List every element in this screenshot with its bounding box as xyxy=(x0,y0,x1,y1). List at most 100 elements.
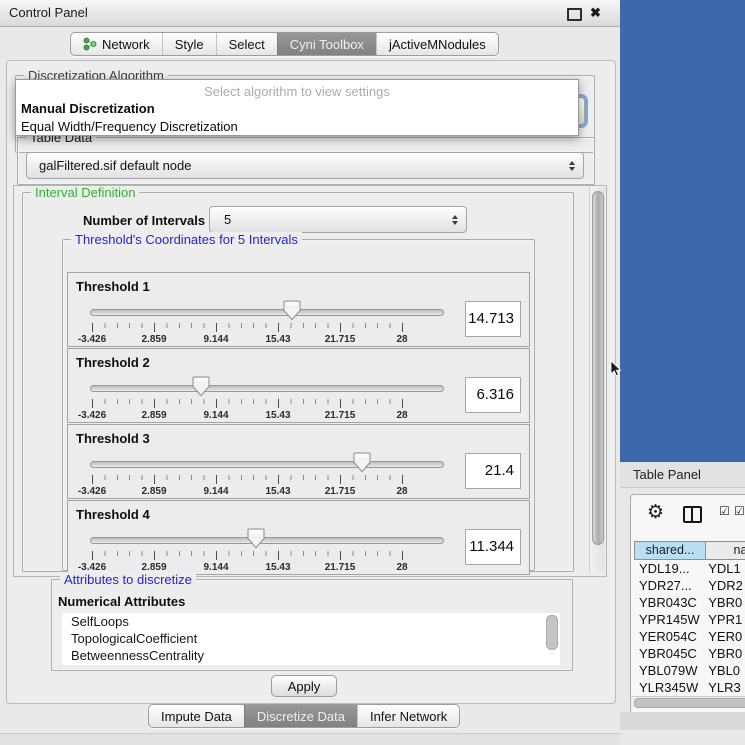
tab-label: Impute Data xyxy=(161,709,232,724)
threshold-row: Threshold 2 -3.4262.8599.14415.4321.7152… xyxy=(67,348,530,423)
scale-label: 28 xyxy=(396,486,407,497)
table-cell: YER054C xyxy=(634,628,703,645)
split-columns-icon[interactable] xyxy=(683,506,702,523)
table-row[interactable]: YLR345WYLR3 xyxy=(634,679,745,696)
combo-stepper-icon xyxy=(452,215,458,225)
checkbox-icon[interactable]: ☑ xyxy=(719,504,731,518)
table-cell: YDL1 xyxy=(703,560,745,577)
list-scrollbar-thumb[interactable] xyxy=(546,615,558,650)
scale-label: 15.43 xyxy=(265,334,290,345)
threshold-slider[interactable]: -3.4262.8599.14415.4321.71528 xyxy=(88,527,512,574)
tab-network[interactable]: Network xyxy=(71,33,162,55)
tab-select[interactable]: Select xyxy=(216,33,277,55)
panel-title: Control Panel xyxy=(9,5,88,20)
threshold-slider[interactable]: -3.4262.8599.14415.4321.71528 xyxy=(88,299,512,346)
slider-thumb[interactable] xyxy=(247,528,265,549)
threshold-value-field[interactable]: 6.316 xyxy=(465,377,521,413)
threshold-label: Threshold 3 xyxy=(76,431,150,446)
scale-label: 21.715 xyxy=(325,562,356,573)
threshold-row: Threshold 1 -3.4262.8599.14415.4321.7152… xyxy=(67,272,530,347)
slider-track[interactable] xyxy=(90,537,444,544)
table-cell: YPR145W xyxy=(634,611,703,628)
table-cell: YBR0 xyxy=(703,645,745,662)
thresholds-box-title: Threshold's Coordinates for 5 Intervals xyxy=(71,232,302,247)
slider-track[interactable] xyxy=(90,385,444,392)
algorithm-popup-options: Manual DiscretizationEqual Width/Frequen… xyxy=(16,100,578,136)
slider-thumb[interactable] xyxy=(283,300,301,321)
horizontal-scrollbar[interactable] xyxy=(631,696,745,708)
scale-label: 28 xyxy=(396,562,407,573)
float-window-icon[interactable] xyxy=(567,8,582,21)
threshold-label: Threshold 2 xyxy=(76,355,150,370)
slider-track[interactable] xyxy=(90,461,444,468)
column-header-na[interactable]: na xyxy=(706,541,745,560)
algorithm-option-equal-width-frequency-discretization[interactable]: Equal Width/Frequency Discretization xyxy=(16,118,578,136)
table-cell: YBR043C xyxy=(634,594,703,611)
control-panel-titlebar: Control Panel ✖ xyxy=(0,0,620,27)
gear-icon[interactable]: ⚙ xyxy=(647,501,664,523)
scale-label: 21.715 xyxy=(325,334,356,345)
vertical-scrollbar-thumb[interactable] xyxy=(592,191,604,545)
interval-definition-box: Interval Definition Number of Intervals … xyxy=(22,192,574,572)
threshold-value-field[interactable]: 21.4 xyxy=(465,453,521,489)
vertical-scrollbar[interactable] xyxy=(589,187,605,573)
number-of-intervals-combo[interactable]: 5 xyxy=(209,206,467,233)
tab-jactivemnodules[interactable]: jActiveMNodules xyxy=(376,33,498,55)
tab-cyni-toolbox[interactable]: Cyni Toolbox xyxy=(277,33,376,55)
tab-label: Cyni Toolbox xyxy=(290,37,364,52)
table-row[interactable]: YDL19...YDL1 xyxy=(634,560,745,577)
table-panel-titlebar: Table Panel xyxy=(620,462,745,488)
threshold-label: Threshold 4 xyxy=(76,507,150,522)
table-cell: YBR0 xyxy=(703,594,745,611)
threshold-value-field[interactable]: 11.344 xyxy=(465,529,521,565)
apply-button[interactable]: Apply xyxy=(271,675,337,697)
checkbox-icon[interactable]: ☑ xyxy=(734,504,745,518)
attribute-item-betweennesscentrality[interactable]: BetweennessCentrality xyxy=(62,647,560,664)
tab-style[interactable]: Style xyxy=(162,33,216,55)
scale-label: 2.859 xyxy=(141,334,166,345)
tab-label: Discretize Data xyxy=(257,709,345,724)
algorithm-option-manual-discretization[interactable]: Manual Discretization xyxy=(16,100,578,118)
table-cell: YDR27... xyxy=(634,577,703,594)
thresholds-box: Threshold's Coordinates for 5 Intervals … xyxy=(62,239,535,571)
control-panel: Control Panel ✖ NetworkStyle Select Cyni T… xyxy=(0,0,620,745)
tab-discretize-data[interactable]: Discretize Data xyxy=(244,705,357,727)
table-row[interactable]: YBR043CYBR0 xyxy=(634,594,745,611)
scale-label: 9.144 xyxy=(203,486,228,497)
slider-major-ticks xyxy=(92,399,405,408)
close-icon[interactable]: ✖ xyxy=(590,5,601,21)
table-row[interactable]: YER054CYER0 xyxy=(634,628,745,645)
table-panel-footer xyxy=(620,712,745,730)
scale-label: -3.426 xyxy=(78,486,106,497)
slider-thumb[interactable] xyxy=(353,452,371,473)
attribute-item-topologicalcoefficient[interactable]: TopologicalCoefficient xyxy=(62,630,560,647)
slider-track[interactable] xyxy=(90,309,444,316)
numerical-attributes-list[interactable]: SelfLoopsTopologicalCoefficientBetweenne… xyxy=(62,613,560,665)
column-header-shared[interactable]: shared... xyxy=(634,541,706,560)
threshold-slider[interactable]: -3.4262.8599.14415.4321.71528 xyxy=(88,375,512,422)
scale-label: 21.715 xyxy=(325,486,356,497)
threshold-row: Threshold 3 -3.4262.8599.14415.4321.7152… xyxy=(67,424,530,499)
desktop-background: GAL80GCGAL11GAL4GCY1HHAP2 xyxy=(620,0,745,462)
threshold-value-field[interactable]: 14.713 xyxy=(465,301,521,337)
numerical-attributes-label: Numerical Attributes xyxy=(58,594,185,609)
table-row[interactable]: YPR145WYPR1 xyxy=(634,611,745,628)
slider-major-ticks xyxy=(92,323,405,332)
slider-thumb[interactable] xyxy=(192,376,210,397)
table-row[interactable]: YBR045CYBR0 xyxy=(634,645,745,662)
table-row[interactable]: YDR27...YDR2 xyxy=(634,577,745,594)
table-cell: YER0 xyxy=(703,628,745,645)
scale-label: 28 xyxy=(396,410,407,421)
tab-label: Select xyxy=(229,37,265,52)
threshold-slider[interactable]: -3.4262.8599.14415.4321.71528 xyxy=(88,451,512,498)
tab-impute-data[interactable]: Impute Data xyxy=(149,705,244,727)
scale-label: 15.43 xyxy=(265,486,290,497)
tab-infer-network[interactable]: Infer Network xyxy=(357,705,459,727)
horizontal-scrollbar-thumb[interactable] xyxy=(634,698,745,708)
attribute-item-selfloops[interactable]: SelfLoops xyxy=(62,613,560,630)
table-data-combo[interactable]: galFiltered.sif default node xyxy=(26,152,584,179)
number-of-intervals-label: Number of Intervals xyxy=(83,213,205,228)
threshold-label: Threshold 1 xyxy=(76,279,150,294)
table-row[interactable]: YBL079WYBL0 xyxy=(634,662,745,679)
table-panel-title: Table Panel xyxy=(633,467,701,482)
